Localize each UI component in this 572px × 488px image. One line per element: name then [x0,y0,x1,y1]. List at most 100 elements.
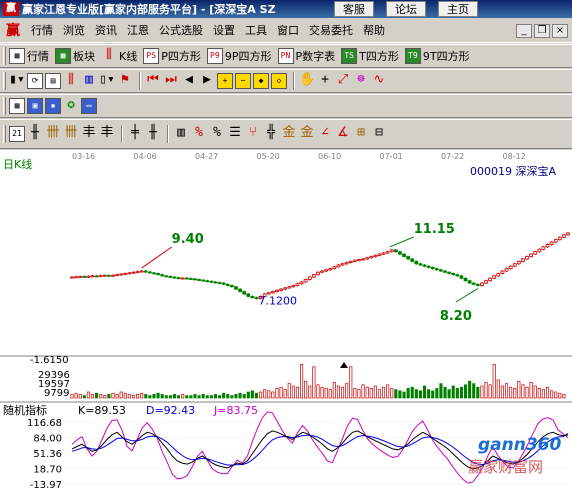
candle-body [135,271,140,274]
fork-icon[interactable]: ⑂ [245,126,261,142]
ruler-icon[interactable]: ⊟ [371,126,387,142]
volume-bar [271,391,275,399]
line-tool-icon[interactable]: ⤢ [335,73,351,89]
level-lines-icon[interactable]: ☰ [227,126,243,142]
kline-chart-panel[interactable]: 03-16 04-06 04-27 05-20 06-10 07-01 07-22 08-12… [0,150,572,488]
indicator-k-value: K=89.53 [78,404,126,417]
candle-body [373,254,378,257]
percent-slash-icon[interactable]: % [191,126,207,142]
menu-trading[interactable]: 交易委托 [304,21,358,41]
gold-fan-icon[interactable]: 金 [299,126,315,142]
document-icon[interactable]: ▤ [45,73,61,89]
grid-fork-icon[interactable]: ╬ [263,126,279,142]
menu-settings[interactable]: 设置 [208,21,240,41]
menu-news[interactable]: 资讯 [90,21,122,41]
sync-icon[interactable]: ⟳ [27,73,43,89]
crosshair-icon[interactable]: + [317,73,333,89]
tools-icon[interactable]: ✪ [63,98,79,114]
cycle-icon[interactable]: ∿ [371,73,387,89]
p9-square-tool-label: 9P四方形 [224,50,272,63]
first-icon[interactable]: ⏮ [145,73,161,89]
fib-lines-icon[interactable]: 丰 [81,126,97,142]
percent-icon[interactable]: % [209,126,225,142]
p9-square-tool-button[interactable]: P9 9P四方形 [206,48,272,64]
app-menu-icon[interactable]: 赢 [4,22,22,40]
volume-bars-icon[interactable]: ▥ [81,73,97,89]
zoom-in-icon[interactable]: + [217,73,233,89]
terminal-icon[interactable]: ▭ [81,98,97,114]
candle-body [336,264,341,268]
menu-gann[interactable]: 江恩 [122,21,154,41]
menu-help[interactable]: 帮助 [358,21,390,41]
kline-chart-svg[interactable]: 03-16 04-06 04-27 05-20 06-10 07-01 07-22 08-12… [0,150,572,488]
gann-grid-icon[interactable]: 卌 [63,126,79,142]
candle-dropdown-icon[interactable]: ▯▾ [99,73,115,89]
save-icon[interactable]: ▪ [45,98,61,114]
sectors-tool-button[interactable]: ▩ 板块 [55,48,95,64]
gold-line-icon[interactable]: 金 [281,126,297,142]
last-icon[interactable]: ⏭ [163,73,179,89]
menu-browse[interactable]: 浏览 [58,21,90,41]
gann-square-icon[interactable]: 卌 [45,126,61,142]
watermark-site: gann360 [478,435,562,455]
forum-button[interactable]: 论坛 [386,1,426,17]
shrink-icon[interactable]: ◇ [271,73,287,89]
box-icon[interactable]: ⊞ [353,126,369,142]
parallel-lines-icon[interactable]: ╫ [27,126,43,142]
volume-bar [345,383,349,399]
t9-square-tool-button[interactable]: T9 9T四方形 [404,48,470,64]
pn-table-tool-button[interactable]: PN P数字表 [277,48,335,64]
homepage-button[interactable]: 主页 [438,1,478,17]
close-icon[interactable]: × [552,23,568,38]
bar-chart-icon[interactable]: ▮▾ [9,73,25,89]
menu-formula-screener[interactable]: 公式选股 [154,21,208,41]
p-square-tool-button[interactable]: PS P四方形 [143,48,201,64]
time-lines-icon[interactable]: ╪ [127,126,143,142]
quotes-tool-button[interactable]: ▦ 行情 [9,48,49,64]
prev-icon[interactable]: ◀ [181,73,197,89]
bars-analysis-icon[interactable]: ▥ [173,126,189,142]
candle-icon[interactable]: ⫼ [63,73,79,89]
candle-body [521,258,525,262]
calculator-icon[interactable]: ▣ [27,98,43,114]
flag-icon[interactable]: ⚑ [117,73,133,89]
candle-body [402,253,406,257]
customer-service-button[interactable]: 客服 [334,1,374,17]
volume-bar [144,394,148,399]
angle-fan-icon[interactable]: ∡ [335,126,351,142]
t-square-tool-button[interactable]: TS T四方形 [341,48,399,64]
calendar-icon[interactable]: ▦ [9,98,25,114]
volume-bar [74,392,78,399]
volume-bar [554,391,558,399]
hand-icon[interactable]: ✋ [299,73,315,89]
time-zone-icon[interactable]: ╫ [145,126,161,142]
date-tick-label: 07-22 [441,152,464,161]
fib-fan-icon[interactable]: 丰 [99,126,115,142]
menu-quotes[interactable]: 行情 [26,21,58,41]
gann-fan-icon[interactable]: ☸ [353,73,369,89]
annotation-low2: 8.20 [440,309,472,324]
calendar-21-icon[interactable]: 21 [9,126,25,142]
expand-icon[interactable]: ◆ [253,73,269,89]
next-icon[interactable]: ▶ [199,73,215,89]
menu-tools[interactable]: 工具 [240,21,272,41]
restore-icon[interactable]: ❐ [534,23,550,38]
minimize-icon[interactable]: _ [516,23,532,38]
t-square-tool-label: T四方形 [359,50,399,63]
candle-body [545,244,550,248]
volume-bar [201,394,205,399]
volume-bar [492,364,496,399]
angle-icon[interactable]: ∠ [317,126,333,142]
volume-bar [99,394,103,399]
toolbar-separator [121,125,123,143]
zoom-out-icon[interactable]: − [235,73,251,89]
menu-window[interactable]: 窗口 [272,21,304,41]
candle-body [299,281,304,285]
date-axis: 03-16 04-06 04-27 05-20 06-10 07-01 07-22 08-12 [72,152,526,161]
volume-bar [230,395,234,399]
period-label: 日K线 [3,157,32,171]
date-tick-label: 03-16 [72,152,95,161]
volume-bar [504,383,509,399]
kline-tool-button[interactable]: ⫼ K线 [101,48,137,64]
candle-body [123,273,128,275]
